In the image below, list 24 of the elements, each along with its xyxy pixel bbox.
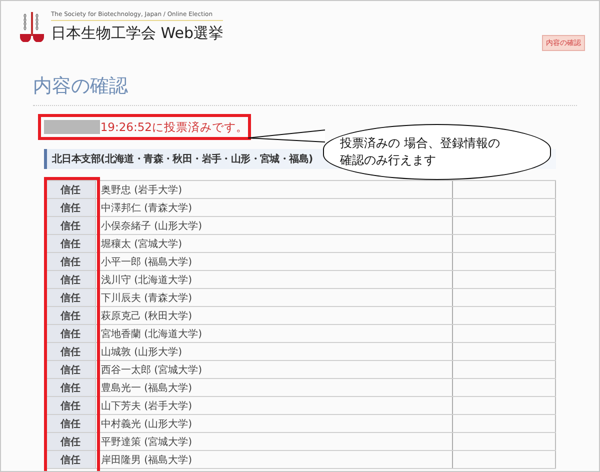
site-title: 日本生物工学会 Web選挙: [51, 24, 224, 43]
section-title: 北日本支部(北海道・青森・秋田・岩手・山形・宮城・福島): [52, 152, 313, 166]
vote-cell: 信任: [46, 307, 96, 324]
page-heading: 内容の確認: [33, 73, 577, 106]
vote-cell: 信任: [46, 289, 96, 306]
vote-cell: 信任: [46, 181, 96, 198]
callout-text: 投票済みの 場合、登録情報の: [340, 135, 501, 152]
vote-cell: 信任: [46, 397, 96, 414]
vote-cell: 信任: [46, 415, 96, 432]
vote-cell: 信任: [46, 253, 96, 270]
vote-cell: 信任: [46, 271, 96, 288]
vote-cell: 信任: [46, 199, 96, 216]
vote-cell: 信任: [46, 361, 96, 378]
logo-icon: [19, 12, 45, 42]
redacted-block: [44, 120, 100, 134]
vote-cell: 信任: [46, 217, 96, 234]
vote-cell: 信任: [46, 343, 96, 360]
vote-notice: 19:26:52に投票済みです。: [100, 120, 248, 134]
vote-cell: 信任: [46, 235, 96, 252]
vote-cell: 信任: [46, 325, 96, 342]
vote-cell: 信任: [46, 379, 96, 396]
vote-cell: 信任: [46, 433, 96, 450]
vote-cell: 信任: [46, 451, 96, 468]
callout-text: 確認のみ行えます: [340, 152, 437, 169]
